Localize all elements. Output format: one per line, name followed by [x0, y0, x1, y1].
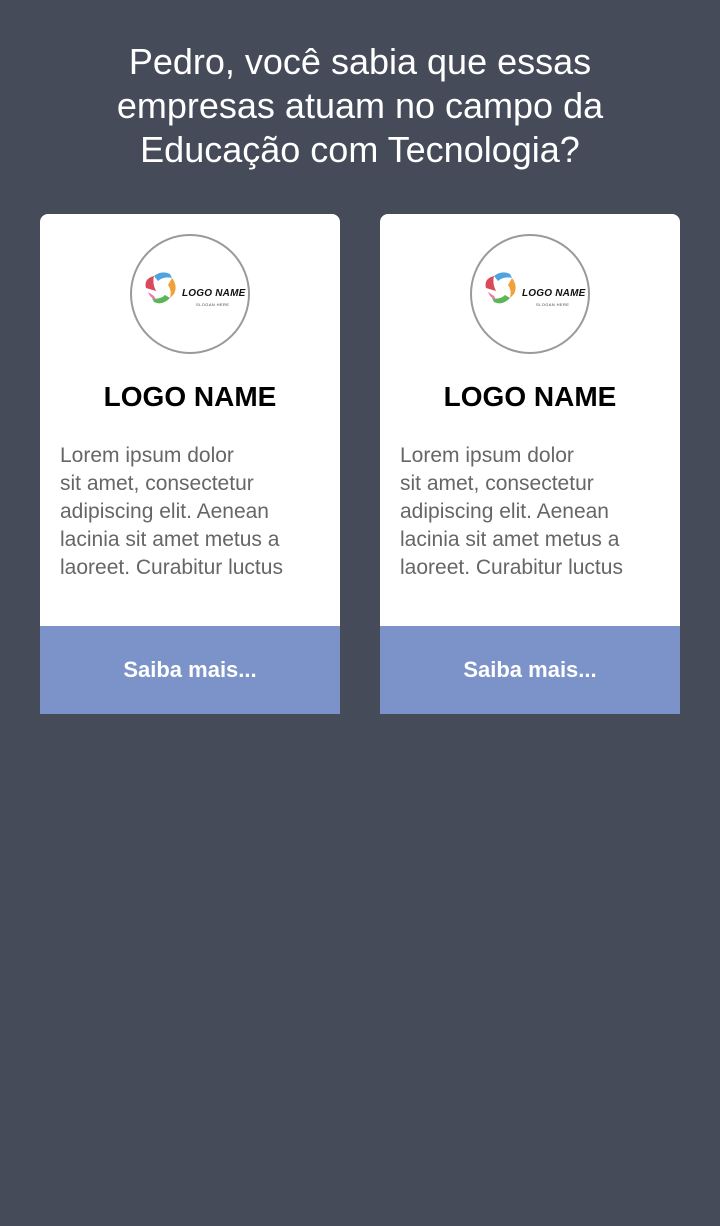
saiba-mais-button[interactable]: Saiba mais... — [40, 626, 340, 714]
logo-slogan: SLOGAN HERE — [196, 302, 230, 307]
company-name: LOGO NAME — [103, 381, 277, 412]
saiba-mais-button[interactable]: Saiba mais... — [380, 626, 680, 714]
description-line: lacinia sit amet metus a — [400, 528, 620, 551]
company-cards: LOGO NAME SLOGAN HERE LOGO NAME Lorem ip… — [40, 214, 680, 714]
description-line: adipiscing elit. Aenean — [60, 500, 269, 523]
company-logo: LOGO NAME SLOGAN HERE — [130, 234, 250, 354]
logo-wordmark: LOGO NAME — [522, 288, 586, 299]
description-line: Lorem ipsum dolor — [60, 444, 234, 467]
description-line: Lorem ipsum dolor — [400, 444, 574, 467]
company-description: Lorem ipsum dolor sit amet, consectetur … — [60, 442, 322, 582]
description-line: lacinia sit amet metus a — [60, 528, 280, 551]
company-name: LOGO NAME — [443, 381, 617, 412]
company-logo: LOGO NAME SLOGAN HERE — [470, 234, 590, 354]
company-card: LOGO NAME SLOGAN HERE LOGO NAME Lorem ip… — [380, 214, 680, 714]
description-line: laoreet. Curabitur luctus — [60, 556, 283, 579]
company-description: Lorem ipsum dolor sit amet, consectetur … — [400, 442, 662, 582]
description-line: adipiscing elit. Aenean — [400, 500, 609, 523]
logo-slogan: SLOGAN HERE — [536, 302, 570, 307]
description-line: sit amet, consectetur — [60, 472, 254, 495]
description-line: sit amet, consectetur — [400, 472, 594, 495]
description-line: laoreet. Curabitur luctus — [400, 556, 623, 579]
logo-wordmark: LOGO NAME — [182, 288, 246, 299]
company-card: LOGO NAME SLOGAN HERE LOGO NAME Lorem ip… — [40, 214, 340, 714]
page-headline: Pedro, você sabia que essas empresas atu… — [116, 41, 604, 170]
